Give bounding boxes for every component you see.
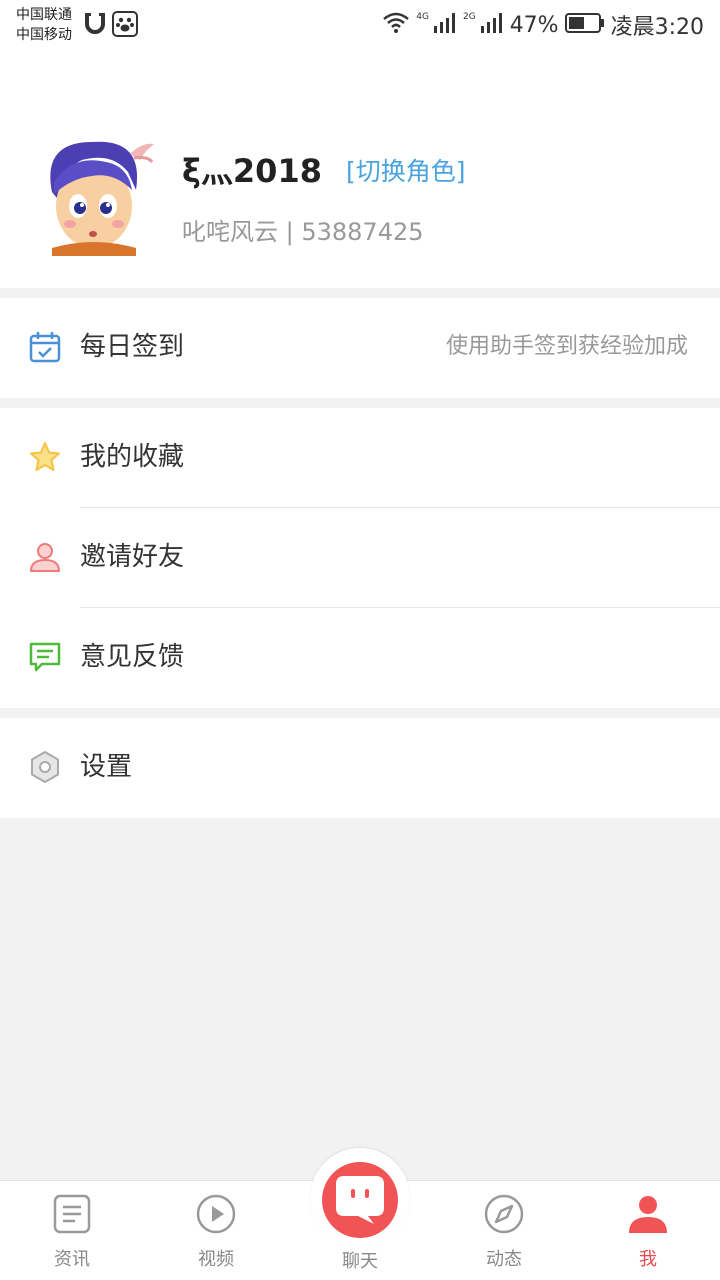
tab-me[interactable]: 我 (576, 1181, 720, 1280)
network-type-1: 4G (416, 12, 429, 22)
settings-icon (28, 750, 62, 784)
menu-section: 我的收藏 邀请好友 意见反馈 (0, 408, 720, 708)
chat-fab[interactable] (310, 1148, 410, 1248)
checkin-section: 每日签到 使用助手签到获经验加成 (0, 298, 720, 398)
feedback-row[interactable]: 意见反馈 (0, 608, 720, 708)
settings-section: 设置 (0, 718, 720, 818)
chat-icon (322, 1162, 398, 1238)
settings-label: 设置 (80, 752, 133, 782)
clock: 凌晨3:20 (610, 15, 704, 40)
server-info: 叱咤风云 | 53887425 (182, 218, 424, 246)
checkin-row[interactable]: 每日签到 使用助手签到获经验加成 (0, 298, 720, 398)
wifi-icon (382, 12, 410, 38)
tab-moments[interactable]: 动态 (432, 1181, 576, 1280)
carrier-info: 中国联通 中国移动 (16, 5, 72, 45)
avatar[interactable] (32, 132, 156, 256)
video-icon (196, 1194, 236, 1234)
horseshoe-icon (84, 11, 106, 41)
carrier-2: 中国移动 (16, 27, 72, 43)
star-icon (28, 440, 62, 474)
invite-label: 邀请好友 (80, 542, 185, 572)
signal-icon-2 (480, 12, 504, 38)
tab-me-label: 我 (639, 1249, 657, 1270)
favorites-row[interactable]: 我的收藏 (0, 408, 720, 508)
compass-icon (484, 1194, 524, 1234)
person-icon (629, 1196, 667, 1233)
calendar-check-icon (28, 330, 62, 364)
tab-video-label: 视频 (198, 1249, 234, 1270)
battery-percent: 47% (509, 12, 559, 38)
checkin-hint: 使用助手签到获经验加成 (445, 334, 688, 359)
invite-row[interactable]: 邀请好友 (0, 508, 720, 608)
signal-icon-1 (433, 12, 457, 38)
person-icon (28, 540, 62, 574)
news-icon (53, 1194, 91, 1234)
tab-video[interactable]: 视频 (144, 1181, 288, 1280)
checkin-label: 每日签到 (80, 332, 185, 362)
settings-row[interactable]: 设置 (0, 718, 720, 818)
tab-moments-label: 动态 (486, 1249, 522, 1270)
favorites-label: 我的收藏 (80, 442, 185, 472)
battery-icon (564, 12, 605, 38)
feedback-label: 意见反馈 (80, 642, 185, 672)
paw-app-icon (112, 11, 138, 41)
tab-news-label: 资讯 (54, 1249, 90, 1270)
status-bar: 中国联通 中国移动 4G 2G 47% 凌晨3:20 (0, 0, 720, 50)
tab-news[interactable]: 资讯 (0, 1181, 144, 1280)
profile-header: ξ灬2018 [切换角色] 叱咤风云 | 53887425 (0, 50, 720, 288)
player-name: ξ灬2018 (182, 152, 322, 190)
switch-role-link[interactable]: [切换角色] (346, 152, 466, 188)
carrier-1: 中国联通 (16, 7, 72, 23)
message-icon (28, 640, 62, 674)
network-type-2: 2G (462, 12, 476, 22)
tab-chat-label: 聊天 (342, 1251, 378, 1272)
